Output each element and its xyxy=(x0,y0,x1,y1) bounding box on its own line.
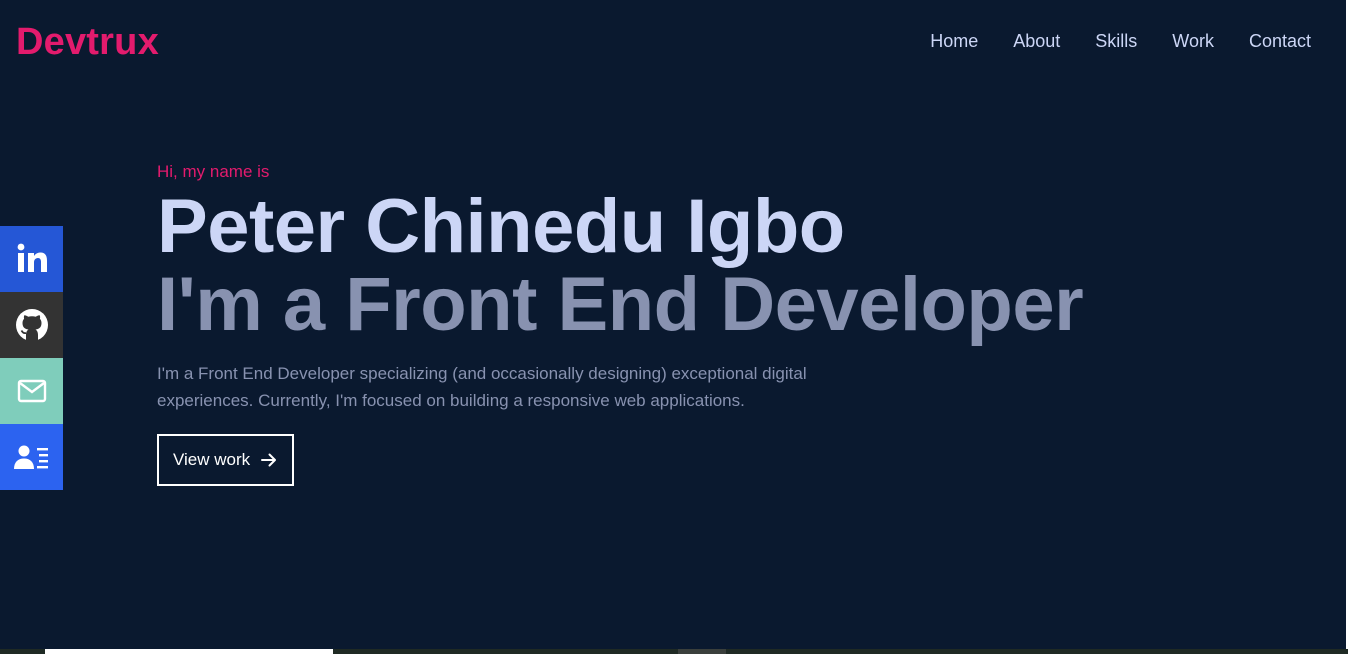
site-logo[interactable]: Devtrux xyxy=(16,20,159,64)
arrow-right-icon xyxy=(261,453,277,467)
github-icon xyxy=(15,309,48,341)
portfolio-page: Devtrux Home About Skills Work Contact H… xyxy=(0,0,1348,654)
nav-home-link[interactable]: Home xyxy=(930,30,978,52)
nav-skills-link[interactable]: Skills xyxy=(1095,30,1137,52)
main-nav: Home About Skills Work Contact xyxy=(895,30,1311,52)
email-link[interactable] xyxy=(0,358,63,424)
resume-icon xyxy=(13,445,48,469)
view-work-label: View work xyxy=(173,450,251,469)
resume-link[interactable] xyxy=(0,424,63,490)
taskbar-item[interactable] xyxy=(45,649,333,654)
nav-work-link[interactable]: Work xyxy=(1172,30,1214,52)
mail-icon xyxy=(17,379,46,403)
hero-greeting: Hi, my name is xyxy=(157,162,270,181)
hero-name: Peter Chinedu Igbo xyxy=(157,184,845,269)
linkedin-link[interactable] xyxy=(0,226,63,292)
linkedin-icon xyxy=(17,243,47,272)
taskbar-strip xyxy=(0,649,1348,654)
hero-role: I'm a Front End Developer xyxy=(157,262,1084,347)
view-work-button[interactable]: View work xyxy=(157,434,295,486)
hero-description: I'm a Front End Developer specializing (… xyxy=(157,364,807,410)
github-link[interactable] xyxy=(0,292,63,358)
social-sidebar xyxy=(0,226,63,490)
nav-contact-link[interactable]: Contact xyxy=(1249,30,1311,52)
hero-section: Hi, my name is Peter Chinedu Igbo I'm a … xyxy=(157,160,1257,486)
nav-about-link[interactable]: About xyxy=(1013,30,1060,52)
taskbar-item[interactable] xyxy=(678,649,726,654)
